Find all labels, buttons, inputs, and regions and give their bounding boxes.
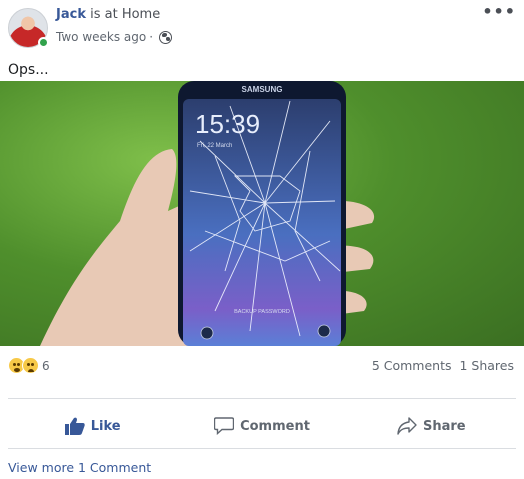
hand-shape — [40, 149, 190, 346]
post-photo[interactable]: SAMSUNG 15:39 Fri, 22 March BACKUP PASSW… — [0, 81, 524, 346]
phone-camera-icon — [317, 324, 331, 338]
view-more-comments-link[interactable]: View more 1 Comment — [8, 460, 151, 475]
author-line: Jack is at Home — [56, 7, 160, 22]
post-text: Ops... — [8, 62, 49, 78]
phone-clock-text: 15:39 — [195, 109, 260, 139]
phone-brand-text: SAMSUNG — [242, 85, 283, 94]
globe-icon[interactable] — [159, 30, 173, 44]
online-status-icon — [38, 37, 49, 48]
more-options-button[interactable]: ••• — [482, 2, 516, 21]
like-button[interactable]: Like — [8, 404, 177, 448]
like-label: Like — [90, 418, 121, 434]
share-button[interactable]: Share — [347, 404, 516, 448]
comments-count[interactable]: 5 Comments — [372, 358, 452, 373]
thumbs-up-icon — [64, 417, 85, 435]
comment-button[interactable]: Comment — [177, 404, 346, 448]
comment-label: Comment — [240, 418, 310, 434]
share-icon — [397, 417, 417, 435]
post-meta: Two weeks ago · — [56, 30, 173, 44]
share-label: Share — [423, 418, 466, 434]
phone-lock-hint-text: BACKUP PASSWORD — [234, 309, 290, 315]
phone-call-icon — [200, 326, 214, 340]
shares-count[interactable]: 1 Shares — [459, 358, 514, 373]
post-actions: Like Comment Share — [8, 404, 516, 448]
engagement-counts: 5 Comments 1 Shares — [372, 358, 514, 373]
post-header: Jack is at Home Two weeks ago · ••• — [0, 0, 524, 58]
activity-text: is at Home — [90, 7, 161, 22]
reaction-count: 6 — [42, 358, 50, 373]
cracked-phone-illustration: SAMSUNG 15:39 Fri, 22 March BACKUP PASSW… — [40, 81, 375, 346]
meta-separator: · — [149, 30, 154, 44]
author-name[interactable]: Jack — [56, 7, 86, 22]
divider — [8, 448, 516, 449]
post-timestamp[interactable]: Two weeks ago — [56, 30, 146, 44]
phone-date-text: Fri, 22 March — [197, 143, 232, 149]
reactions-summary[interactable]: 6 — [8, 357, 50, 374]
comment-icon — [214, 417, 235, 435]
divider — [8, 398, 516, 399]
sad-reaction-icon — [22, 357, 39, 374]
